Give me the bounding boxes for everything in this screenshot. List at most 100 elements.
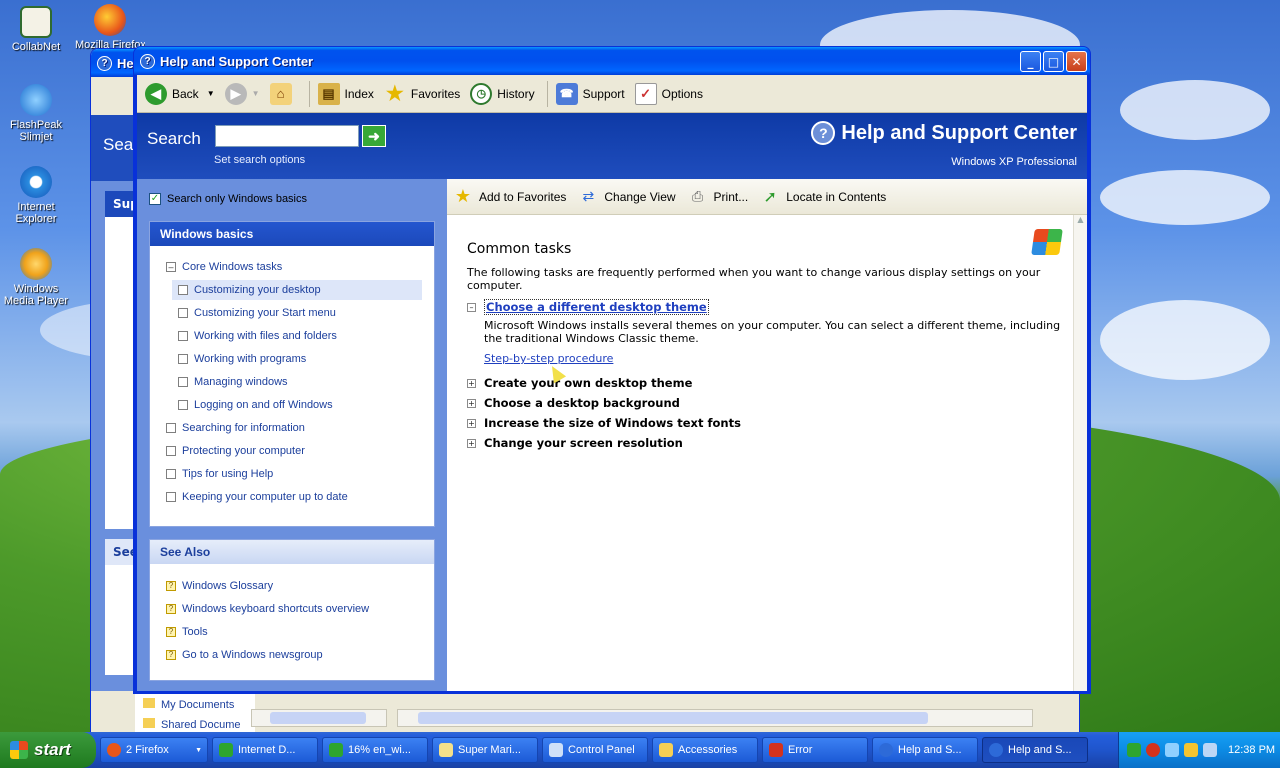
page-box-icon bbox=[166, 469, 176, 479]
network-tray-icon[interactable] bbox=[1165, 743, 1179, 757]
add-to-favorites-button[interactable]: ★ Add to Favorites bbox=[453, 186, 566, 207]
task-desktop-background[interactable]: + Choose a desktop background bbox=[467, 396, 680, 410]
change-view-button[interactable]: ⇄ Change View bbox=[578, 187, 676, 207]
firefox-icon bbox=[107, 743, 121, 757]
page-box-icon bbox=[166, 423, 176, 433]
history-clock-icon: ◷ bbox=[470, 82, 493, 105]
task-screen-resolution[interactable]: + Change your screen resolution bbox=[467, 436, 683, 450]
play-tray-icon[interactable] bbox=[1127, 743, 1141, 757]
volume-tray-icon[interactable] bbox=[1203, 743, 1217, 757]
nav-working-files-folders[interactable]: Working with files and folders bbox=[178, 326, 337, 346]
folder-icon bbox=[143, 698, 155, 708]
help-icon: ? bbox=[140, 53, 155, 69]
scroll-up-arrow-icon[interactable]: ▲ bbox=[1074, 215, 1087, 229]
home-button[interactable]: ⌂ bbox=[269, 82, 297, 105]
see-also-keyboard-shortcuts[interactable]: ? Windows keyboard shortcuts overview bbox=[166, 599, 369, 619]
expand-icon[interactable]: + bbox=[467, 378, 476, 388]
history-button[interactable]: ◷ History bbox=[470, 82, 535, 105]
taskbar-item-help-2[interactable]: Help and S... bbox=[982, 737, 1088, 763]
expand-icon[interactable]: + bbox=[467, 418, 476, 428]
nav-working-programs[interactable]: Working with programs bbox=[178, 349, 306, 369]
start-button[interactable]: start bbox=[0, 732, 96, 768]
see-also-tools[interactable]: ? Tools bbox=[166, 622, 208, 642]
help-topic-icon: ? bbox=[166, 627, 176, 637]
support-icon: ☎ bbox=[555, 82, 578, 105]
task-increase-font-size[interactable]: + Increase the size of Windows text fonts bbox=[467, 416, 741, 430]
desktop-icon-slimjet[interactable]: FlashPeak Slimjet bbox=[0, 84, 72, 143]
help-topic-icon: ? bbox=[166, 650, 176, 660]
expand-icon[interactable]: + bbox=[467, 438, 476, 448]
task-create-theme[interactable]: + Create your own desktop theme bbox=[467, 376, 692, 390]
nav-customizing-desktop[interactable]: Customizing your desktop bbox=[172, 280, 422, 300]
collapse-icon[interactable]: – bbox=[467, 302, 476, 312]
see-also-box: See Also ? Windows Glossary ? Windows keyb… bbox=[149, 539, 435, 681]
options-button[interactable]: ✓ Options bbox=[634, 82, 703, 105]
task-choose-theme[interactable]: – Choose a different desktop theme bbox=[467, 299, 709, 315]
collapse-box-icon: – bbox=[166, 262, 176, 272]
content-toolbar: ★ Add to Favorites ⇄ Change View ⎙ Print...… bbox=[447, 179, 1087, 215]
search-input[interactable] bbox=[215, 125, 359, 147]
page-box-icon bbox=[178, 285, 188, 295]
background-horizontal-scrollbar[interactable] bbox=[397, 709, 1033, 727]
set-search-options-link[interactable]: Set search options bbox=[214, 154, 305, 166]
media-player-icon bbox=[20, 248, 52, 280]
see-also-newsgroup[interactable]: ? Go to a Windows newsgroup bbox=[166, 645, 323, 665]
help-brand: ? Help and Support Center bbox=[811, 121, 1077, 145]
see-also-heading: See Also bbox=[150, 540, 434, 564]
nav-protecting-computer[interactable]: Protecting your computer bbox=[166, 441, 305, 461]
chevron-down-icon[interactable]: ▼ bbox=[207, 89, 215, 98]
search-only-basics-checkbox[interactable]: ✓ Search only Windows basics bbox=[149, 193, 307, 205]
nav-tips-using-help[interactable]: Tips for using Help bbox=[166, 464, 273, 484]
print-button[interactable]: ⎙ Print... bbox=[688, 187, 748, 207]
minimize-button[interactable]: _ bbox=[1020, 51, 1041, 72]
background-left-scrollbar[interactable] bbox=[251, 709, 387, 727]
page-box-icon bbox=[178, 308, 188, 318]
folder-my-documents[interactable]: My Documents bbox=[143, 695, 247, 715]
taskbar-item-internet-download[interactable]: Internet D... bbox=[212, 737, 318, 763]
nav-logging-on-off[interactable]: Logging on and off Windows bbox=[178, 395, 333, 415]
security-tray-icon[interactable] bbox=[1184, 743, 1198, 757]
expand-icon[interactable]: + bbox=[467, 398, 476, 408]
support-button[interactable]: ☎ Support bbox=[555, 82, 625, 105]
see-also-windows-glossary[interactable]: ? Windows Glossary bbox=[166, 576, 273, 596]
change-view-icon: ⇄ bbox=[582, 188, 595, 204]
taskbar-item-help-1[interactable]: Help and S... bbox=[872, 737, 978, 763]
toolbar-separator bbox=[546, 80, 548, 107]
nav-searching-information[interactable]: Searching for information bbox=[166, 418, 305, 438]
vertical-scrollbar[interactable]: ▲ bbox=[1073, 215, 1087, 691]
taskbar-item-error[interactable]: Error bbox=[762, 737, 868, 763]
search-go-button[interactable]: ➜ bbox=[362, 125, 386, 147]
go-arrow-icon: ➜ bbox=[368, 127, 380, 144]
desktop-icon-firefox[interactable]: Mozilla Firefox bbox=[75, 4, 145, 51]
shield-tray-icon[interactable] bbox=[1146, 743, 1160, 757]
close-button[interactable]: ✕ bbox=[1066, 51, 1087, 72]
page-box-icon bbox=[178, 377, 188, 387]
forward-button[interactable]: ▶ ▼ bbox=[224, 82, 260, 105]
options-checklist-icon: ✓ bbox=[634, 82, 657, 105]
slimjet-icon bbox=[20, 84, 52, 116]
nav-core-windows-tasks[interactable]: – Core Windows tasks bbox=[166, 257, 282, 277]
control-panel-icon bbox=[549, 743, 563, 757]
locate-in-contents-button[interactable]: ➚ Locate in Contents bbox=[760, 187, 887, 207]
window-title-bar[interactable]: ? Help and Support Center bbox=[134, 47, 1090, 75]
index-button[interactable]: ▤ Index bbox=[317, 82, 374, 105]
favorites-button[interactable]: ★ Favorites bbox=[384, 83, 460, 105]
taskbar-item-download-progress[interactable]: 16% en_wi... bbox=[322, 737, 428, 763]
desktop-icon-collabnet[interactable]: CollabNet bbox=[0, 6, 72, 53]
desktop-icon-media-player[interactable]: Windows Media Player bbox=[0, 248, 72, 307]
taskbar-item-accessories[interactable]: Accessories bbox=[652, 737, 758, 763]
nav-managing-windows[interactable]: Managing windows bbox=[178, 372, 288, 392]
step-by-step-link[interactable]: Step-by-step procedure bbox=[484, 352, 613, 365]
taskbar-item-firefox[interactable]: 2 Firefox ▼ bbox=[100, 737, 208, 763]
nav-keeping-up-to-date[interactable]: Keeping your computer up to date bbox=[166, 487, 348, 507]
collabnet-icon bbox=[20, 6, 52, 38]
back-button[interactable]: ◀ Back ▼ bbox=[145, 82, 215, 105]
desktop-icon-internet-explorer[interactable]: Internet Explorer bbox=[0, 166, 72, 225]
taskbar-item-super-mario[interactable]: Super Mari... bbox=[432, 737, 538, 763]
taskbar-item-control-panel[interactable]: Control Panel bbox=[542, 737, 648, 763]
nav-customizing-start-menu[interactable]: Customizing your Start menu bbox=[178, 303, 336, 323]
favorites-star-icon: ★ bbox=[385, 83, 404, 105]
clock[interactable]: 12:38 PM bbox=[1228, 744, 1275, 756]
maximize-button[interactable]: □ bbox=[1043, 51, 1064, 72]
help-and-support-window[interactable]: ? Help and Support Center _ □ ✕ ◀ Back ▼ ▶… bbox=[133, 46, 1091, 694]
